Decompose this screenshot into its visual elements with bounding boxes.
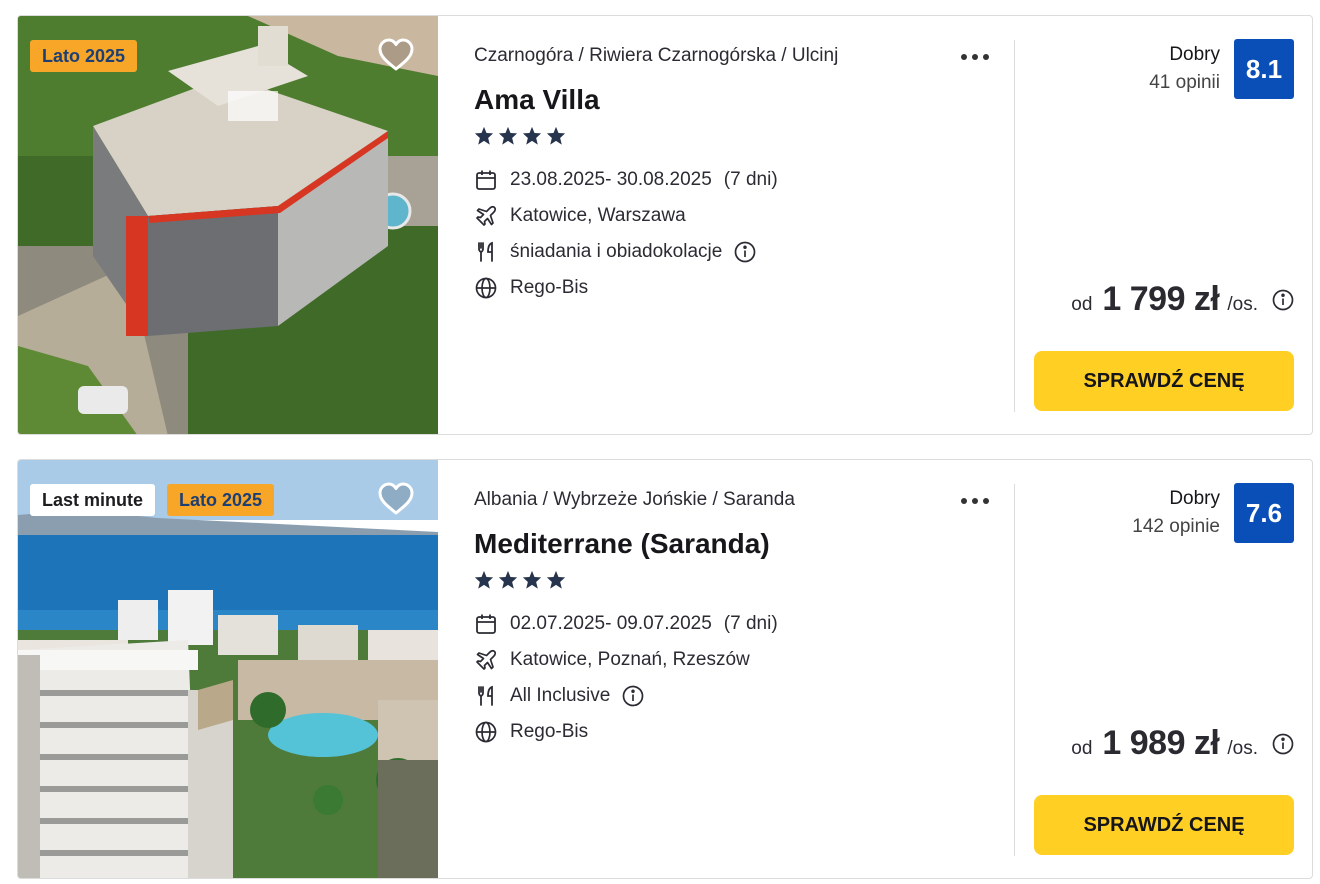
globe-icon <box>474 720 498 744</box>
price-unit: /os. <box>1227 738 1258 759</box>
price-from-label: od <box>1071 738 1093 759</box>
plane-icon <box>474 204 498 228</box>
location-breadcrumb[interactable]: Czarnogóra / Riwiera Czarnogórska / Ulci… <box>474 45 838 67</box>
price-row: od 1 799 zł /os. <box>1071 280 1294 319</box>
board-row: śniadania i obiadokolacje <box>474 239 756 265</box>
check-price-button[interactable]: SPRAWDŹ CENĘ <box>1034 795 1294 855</box>
duration: (7 dni) <box>723 613 778 634</box>
date-range: 23.08.2025- 30.08.2025 <box>510 169 712 190</box>
review-count[interactable]: 41 opinii <box>1149 72 1220 94</box>
rating-label: Dobry <box>1169 44 1220 65</box>
check-price-button[interactable]: SPRAWDŹ CENĘ <box>1034 351 1294 411</box>
star-icon <box>546 126 566 145</box>
last-minute-badge: Last minute <box>30 484 156 516</box>
price-amount: 1 799 zł <box>1102 280 1220 318</box>
location-breadcrumb[interactable]: Albania / Wybrzeże Jońskie / Saranda <box>474 489 795 511</box>
departure-row: Katowice, Poznań, Rzeszów <box>474 647 750 673</box>
calendar-icon <box>474 612 498 636</box>
tour-operator: Rego-Bis <box>510 721 589 742</box>
duration: (7 dni) <box>723 169 778 190</box>
more-dots-icon[interactable] <box>958 490 992 512</box>
date-row: 02.07.2025- 09.07.2025 (7 dni) <box>474 611 778 637</box>
info-icon[interactable] <box>622 685 644 707</box>
tour-operator: Rego-Bis <box>510 277 589 298</box>
divider <box>1014 40 1015 412</box>
review-count[interactable]: 142 opinie <box>1132 516 1220 538</box>
globe-icon <box>474 276 498 300</box>
rating-score-badge: 7.6 <box>1234 483 1294 543</box>
departure-cities: Katowice, Warszawa <box>510 205 686 226</box>
badge-group: Last minute Lato 2025 <box>30 484 275 516</box>
date-range: 02.07.2025- 09.07.2025 <box>510 613 712 634</box>
offer-card[interactable]: Lato 2025 Czarnogóra / Riwiera Czarnogór… <box>17 15 1313 435</box>
rating-score-badge: 8.1 <box>1234 39 1294 99</box>
operator-row: Rego-Bis <box>474 275 588 301</box>
date-row: 23.08.2025- 30.08.2025 (7 dni) <box>474 167 778 193</box>
star-icon <box>498 126 518 145</box>
star-icon <box>498 570 518 589</box>
departure-cities: Katowice, Poznań, Rzeszów <box>510 649 750 670</box>
star-rating <box>474 570 566 589</box>
rating-label: Dobry <box>1169 488 1220 509</box>
star-icon <box>522 570 542 589</box>
more-dots-icon[interactable] <box>958 46 992 68</box>
heart-icon[interactable] <box>377 481 415 517</box>
board-type: śniadania i obiadokolacje <box>510 241 723 262</box>
season-badge: Lato 2025 <box>167 484 275 516</box>
hotel-photo[interactable]: Lato 2025 <box>18 16 438 434</box>
star-rating <box>474 126 566 145</box>
board-type: All Inclusive <box>510 685 611 706</box>
price-unit: /os. <box>1227 294 1258 315</box>
star-icon <box>474 126 494 145</box>
offer-card[interactable]: Last minute Lato 2025 Albania / Wybrzeże… <box>17 459 1313 879</box>
offer-info: Czarnogóra / Riwiera Czarnogórska / Ulci… <box>474 16 1014 434</box>
price-amount: 1 989 zł <box>1102 724 1220 762</box>
star-icon <box>546 570 566 589</box>
price-from-label: od <box>1071 294 1093 315</box>
hotel-photo-image <box>18 16 438 434</box>
info-icon[interactable] <box>1272 733 1294 755</box>
operator-row: Rego-Bis <box>474 719 588 745</box>
info-icon[interactable] <box>1272 289 1294 311</box>
cutlery-icon <box>474 240 498 264</box>
offer-info: Albania / Wybrzeże Jońskie / Saranda Med… <box>474 460 1014 878</box>
hotel-name[interactable]: Ama Villa <box>474 84 600 116</box>
plane-icon <box>474 648 498 672</box>
heart-icon[interactable] <box>377 37 415 73</box>
hotel-photo-image <box>18 460 438 878</box>
hotel-photo[interactable]: Last minute Lato 2025 <box>18 460 438 878</box>
season-badge: Lato 2025 <box>30 40 138 72</box>
hotel-name[interactable]: Mediterrane (Saranda) <box>474 528 770 560</box>
cutlery-icon <box>474 684 498 708</box>
board-row: All Inclusive <box>474 683 644 709</box>
badge-group: Lato 2025 <box>30 40 138 72</box>
price-row: od 1 989 zł /os. <box>1071 724 1294 763</box>
departure-row: Katowice, Warszawa <box>474 203 686 229</box>
star-icon <box>474 570 494 589</box>
info-icon[interactable] <box>734 241 756 263</box>
star-icon <box>522 126 542 145</box>
calendar-icon <box>474 168 498 192</box>
divider <box>1014 484 1015 856</box>
